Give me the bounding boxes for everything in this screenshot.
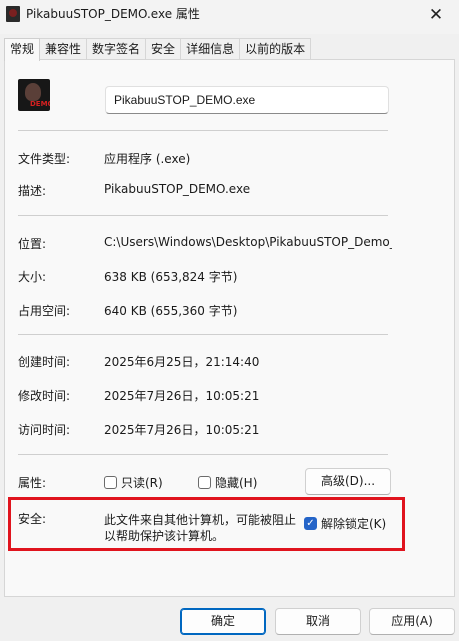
created-label: 创建时间: <box>18 355 71 369</box>
app-icon <box>6 6 20 22</box>
close-icon: ✕ <box>428 5 444 25</box>
general-panel: DEMO 文件类型: 应用程序 (.exe) 描述: PikabuuSTOP_D… <box>4 59 455 597</box>
tab-general[interactable]: 常规 <box>4 38 41 61</box>
ok-button[interactable]: 确定 <box>180 608 266 635</box>
size-on-disk-label: 占用空间: <box>18 304 71 318</box>
file-icon: DEMO <box>18 79 50 111</box>
security-message-line2: 以帮助保护该计算机。 <box>104 529 225 543</box>
security-message-line1: 此文件来自其他计算机，可能被阻止 <box>104 513 297 527</box>
unblock-checkbox[interactable]: ✓ <box>304 517 317 530</box>
cancel-button[interactable]: 取消 <box>275 608 361 635</box>
file-icon-figure <box>25 83 41 101</box>
file-type-value: 应用程序 (.exe) <box>104 152 191 166</box>
modified-label: 修改时间: <box>18 389 71 403</box>
tab-digital-signatures[interactable]: 数字签名 <box>86 38 147 60</box>
window-title: PikabuuSTOP_DEMO.exe 属性 <box>26 7 200 21</box>
readonly-label[interactable]: 只读(R) <box>121 474 163 491</box>
accessed-label: 访问时间: <box>18 423 71 437</box>
title-bar: PikabuuSTOP_DEMO.exe 属性 ✕ <box>0 0 459 34</box>
divider <box>18 454 388 455</box>
security-label: 安全: <box>18 512 47 526</box>
tab-details[interactable]: 详细信息 <box>180 38 241 60</box>
location-value: C:\Users\Windows\Desktop\PikabuuSTOP_Dem… <box>104 235 392 249</box>
unblock-label[interactable]: 解除锁定(K) <box>321 515 386 532</box>
security-message: 此文件来自其他计算机，可能被阻止 以帮助保护该计算机。 <box>104 512 304 544</box>
size-on-disk-value: 640 KB (655,360 字节) <box>104 304 238 318</box>
size-label: 大小: <box>18 270 47 284</box>
modified-value: 2025年7月26日，10:05:21 <box>104 389 260 403</box>
tab-security[interactable]: 安全 <box>145 38 182 60</box>
advanced-button[interactable]: 高级(D)... <box>305 468 391 495</box>
tab-compatibility[interactable]: 兼容性 <box>39 38 88 60</box>
created-value: 2025年6月25日，21:14:40 <box>104 355 260 369</box>
attributes-label: 属性: <box>18 476 47 490</box>
description-label: 描述: <box>18 184 47 198</box>
location-label: 位置: <box>18 237 47 251</box>
divider <box>18 130 388 131</box>
size-value: 638 KB (653,824 字节) <box>104 270 238 284</box>
hidden-label[interactable]: 隐藏(H) <box>215 474 257 491</box>
close-button[interactable]: ✕ <box>413 0 459 30</box>
description-value: PikabuuSTOP_DEMO.exe <box>104 182 251 196</box>
filename-input[interactable] <box>105 86 389 114</box>
tab-previous-versions[interactable]: 以前的版本 <box>239 38 312 60</box>
hidden-checkbox[interactable] <box>198 476 211 489</box>
readonly-checkbox[interactable] <box>104 476 117 489</box>
apply-button[interactable]: 应用(A) <box>369 608 455 635</box>
divider <box>18 215 388 216</box>
file-icon-label: DEMO <box>30 100 50 108</box>
accessed-value: 2025年7月26日，10:05:21 <box>104 423 260 437</box>
tab-bar: 常规 兼容性 数字签名 安全 详细信息 以前的版本 <box>4 38 312 61</box>
divider <box>18 334 388 335</box>
file-type-label: 文件类型: <box>18 152 71 166</box>
